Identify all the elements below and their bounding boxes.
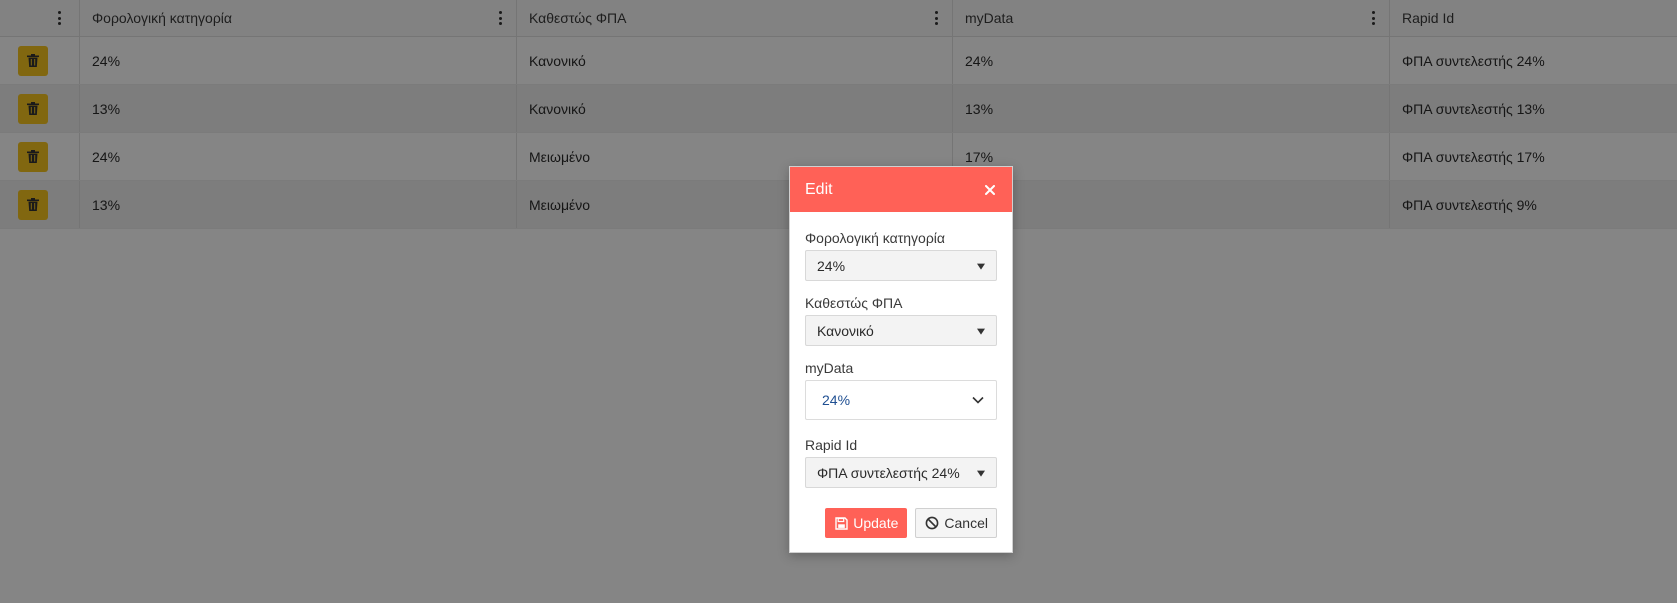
tax-category-field: Φορολογική κατηγορία 24% [805, 230, 997, 281]
rapid-id-field: Rapid Id ΦΠΑ συντελεστής 24% [805, 437, 997, 488]
chevron-down-icon [972, 396, 984, 404]
select-value: 24% [817, 257, 846, 274]
dialog-footer: Update Cancel [790, 508, 1012, 538]
caret-down-icon [977, 328, 985, 335]
caret-down-icon [977, 263, 985, 270]
dialog-title: Edit [805, 180, 833, 198]
cancel-button[interactable]: Cancel [915, 508, 997, 538]
field-label: myData [805, 360, 854, 376]
tax-category-select[interactable]: 24% [805, 250, 997, 281]
caret-down-icon [977, 470, 985, 477]
mydata-field: myData 24% [805, 360, 997, 420]
cancel-button-label: Cancel [944, 515, 988, 531]
ban-icon [926, 516, 939, 530]
app-window: Φορολογική κατηγορία Καθεστώς ΦΠΑ myData… [0, 0, 1677, 603]
vat-regime-select[interactable]: Κανονικό [805, 315, 997, 346]
update-button-label: Update [853, 515, 899, 531]
dialog-header: Edit [790, 167, 1012, 212]
field-label: Φορολογική κατηγορία [805, 230, 945, 246]
select-value: Κανονικό [817, 322, 874, 339]
dialog-body: Φορολογική κατηγορία 24% Καθεστώς ΦΠΑ Κα… [790, 212, 1012, 488]
close-icon [985, 184, 995, 195]
edit-dialog: Edit Φορολογική κατηγορία 24% Καθεστώς Φ… [789, 166, 1013, 553]
select-value: 24% [822, 392, 851, 408]
close-button[interactable] [982, 182, 998, 198]
save-icon [835, 516, 848, 530]
rapid-id-select[interactable]: ΦΠΑ συντελεστής 24% [805, 457, 997, 488]
mydata-select[interactable]: 24% [805, 380, 997, 420]
select-value: ΦΠΑ συντελεστής 24% [817, 464, 960, 481]
update-button[interactable]: Update [825, 508, 908, 538]
vat-regime-field: Καθεστώς ΦΠΑ Κανονικό [805, 295, 997, 346]
field-label: Rapid Id [805, 437, 858, 453]
field-label: Καθεστώς ΦΠΑ [805, 295, 903, 311]
